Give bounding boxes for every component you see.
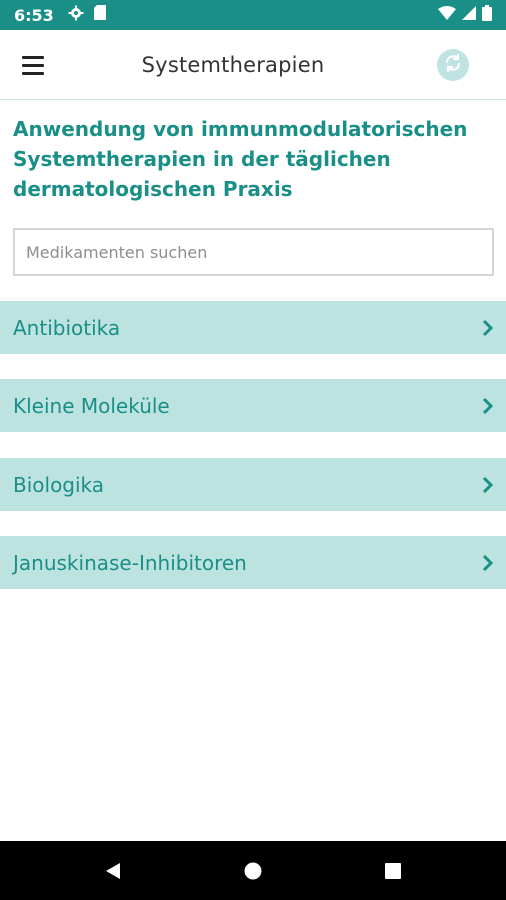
refresh-button[interactable] bbox=[437, 49, 469, 81]
home-icon bbox=[244, 862, 262, 880]
category-label: Kleine Moleküle bbox=[13, 393, 170, 418]
settings-icon bbox=[68, 5, 84, 26]
system-navigation-bar bbox=[0, 841, 506, 900]
home-button[interactable] bbox=[242, 860, 264, 882]
status-bar: 6:53 bbox=[0, 0, 506, 30]
chevron-right-icon bbox=[482, 476, 494, 494]
chevron-right-icon bbox=[482, 397, 494, 415]
battery-icon bbox=[482, 4, 492, 26]
recents-icon bbox=[385, 863, 401, 879]
category-item-januskinase-inhibitoren[interactable]: Januskinase-Inhibitoren bbox=[0, 536, 506, 589]
sd-card-icon bbox=[93, 5, 106, 25]
sync-icon bbox=[443, 53, 463, 78]
search-input[interactable] bbox=[13, 228, 494, 276]
category-label: Antibiotika bbox=[13, 315, 121, 340]
category-item-biologika[interactable]: Biologika bbox=[0, 458, 506, 511]
status-left-icons bbox=[68, 5, 106, 26]
wifi-icon bbox=[438, 5, 456, 25]
app-bar: Systemtherapien bbox=[0, 30, 506, 100]
back-icon bbox=[106, 863, 120, 879]
category-item-kleine-molekuele[interactable]: Kleine Moleküle bbox=[0, 379, 506, 432]
category-label: Januskinase-Inhibitoren bbox=[13, 550, 247, 575]
page-title: Systemtherapien bbox=[141, 52, 325, 77]
chevron-right-icon bbox=[482, 319, 494, 337]
recents-button[interactable] bbox=[382, 860, 404, 882]
status-time: 6:53 bbox=[14, 5, 54, 25]
category-item-antibiotika[interactable]: Antibiotika bbox=[0, 301, 506, 354]
category-label: Biologika bbox=[13, 472, 105, 497]
signal-icon bbox=[462, 5, 476, 25]
intro-title: Anwendung von immunmodulatorischen Syste… bbox=[13, 117, 468, 201]
back-button[interactable] bbox=[102, 860, 124, 882]
chevron-right-icon bbox=[482, 554, 494, 572]
status-right-icons bbox=[438, 4, 492, 26]
